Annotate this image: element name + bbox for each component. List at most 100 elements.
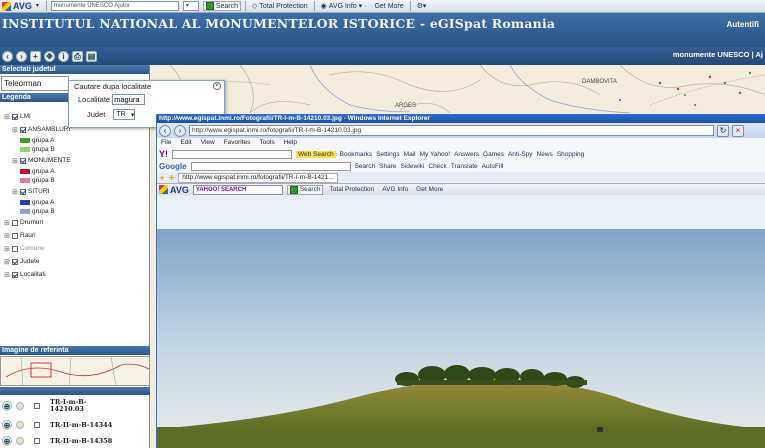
expand-icon[interactable]: ⊞ (12, 157, 18, 165)
expand-icon[interactable]: ⊞ (12, 188, 18, 196)
google-check-button[interactable]: Check (428, 163, 446, 170)
county-select[interactable]: Teleorman (1, 76, 69, 91)
legend-item[interactable]: ⊞ Comune (0, 242, 150, 255)
legend-checkbox[interactable] (12, 219, 18, 226)
result-checkbox[interactable] (34, 422, 40, 428)
legend-checkbox[interactable] (12, 232, 18, 239)
expand-icon[interactable]: ⊞ (4, 245, 10, 253)
mail-button[interactable]: Mail (404, 151, 416, 158)
legend-item[interactable]: ⊞ Drumuri (0, 216, 150, 229)
shopping-button[interactable]: Shopping (557, 151, 584, 158)
result-row[interactable]: ⊕ TR-II-m-B-14358 (0, 434, 150, 448)
forward-icon[interactable]: › (16, 50, 27, 62)
locate-icon[interactable] (16, 437, 24, 445)
yahoo-search-box[interactable]: YAHOO! SEARCH (192, 184, 283, 195)
legend-checkbox[interactable] (12, 258, 18, 265)
legend-item[interactable]: ⊞ Rauri (0, 229, 150, 242)
result-row[interactable]: ⊕ TR-I-m-B-14210.03 (0, 396, 150, 416)
my-yahoo-button[interactable]: My Yahoo! (420, 151, 450, 158)
legend-checkbox[interactable] (20, 188, 26, 195)
legend-item[interactable]: grupa A (0, 136, 150, 145)
legend-item[interactable]: grupa A (0, 167, 150, 176)
address-input[interactable]: http://www.egispat.inmi.ro/fotografii/TR… (189, 125, 714, 136)
legend-item[interactable]: ⊞ Judete (0, 255, 150, 268)
menu-edit[interactable]: Edit (180, 138, 191, 148)
google-sidewiki-button[interactable]: Sidewiki (401, 163, 425, 170)
back-icon[interactable]: ‹ (2, 50, 13, 62)
reference-map[interactable] (0, 356, 150, 386)
chevron-down-icon[interactable]: ▾ (36, 2, 42, 10)
pan-icon[interactable]: ✥ (44, 50, 55, 62)
games-button[interactable]: Games (483, 151, 504, 158)
bookmarks-button[interactable]: Bookmarks (340, 151, 373, 158)
menu-file[interactable]: File (161, 138, 171, 148)
answers-button[interactable]: Answers (454, 151, 479, 158)
zoom-to-icon[interactable]: ⊕ (2, 436, 12, 446)
print-icon[interactable]: ⎙ (72, 50, 83, 62)
ie-avg-search-button[interactable]: Search (286, 184, 324, 195)
breadcrumb[interactable]: monumente UNESCO | Aj (673, 50, 763, 59)
legend-checkbox[interactable] (12, 113, 18, 120)
google-translate-button[interactable]: Translate (451, 163, 478, 170)
wrench-icon[interactable]: ⚙▾ (415, 1, 429, 11)
menu-help[interactable]: Help (284, 138, 297, 148)
result-checkbox[interactable] (34, 403, 40, 409)
county-dropdown[interactable]: TR ▾ (113, 109, 136, 120)
anti-spy-button[interactable]: Anti-Spy (508, 151, 533, 158)
avg-logo[interactable]: AVG (159, 185, 189, 195)
expand-icon[interactable]: ⊞ (4, 113, 10, 121)
ie-tab[interactable]: http://www.egispat.inmi.ro/fotografii/TR… (178, 172, 338, 183)
google-search-button[interactable]: Search (355, 163, 376, 170)
refresh-icon[interactable]: ↻ (717, 124, 729, 137)
back-icon[interactable]: ‹ (159, 124, 171, 137)
zoom-to-icon[interactable]: ⊕ (2, 401, 12, 411)
legend-checkbox[interactable] (12, 271, 18, 278)
locate-icon[interactable] (16, 421, 24, 429)
google-share-button[interactable]: Share (379, 163, 396, 170)
ie-avg-info-button[interactable]: AVG Info (380, 185, 410, 195)
zoom-to-icon[interactable]: ⊕ (2, 420, 12, 430)
news-button[interactable]: News (537, 151, 553, 158)
avg-search-input[interactable]: monumente UNESCO Ajutor (50, 1, 179, 11)
expand-icon[interactable]: ⊞ (4, 232, 10, 240)
login-link[interactable]: Autentifi (727, 20, 759, 29)
legend-item[interactable]: ⊞ MONUMENTE (0, 154, 150, 167)
google-search-input[interactable] (190, 161, 351, 171)
ie-total-protection-button[interactable]: Total Protection (327, 185, 376, 195)
add-favorite-icon[interactable]: ✚ (169, 174, 174, 182)
forward-icon[interactable]: › (174, 124, 186, 137)
close-icon[interactable]: × (213, 82, 221, 90)
result-row[interactable]: ⊕ TR-II-m-B-14344 (0, 416, 150, 434)
ie-get-more-button[interactable]: Get More (414, 185, 445, 195)
legend-checkbox[interactable] (12, 245, 18, 252)
legend-checkbox[interactable] (20, 126, 26, 133)
expand-icon[interactable]: ⊞ (4, 219, 10, 227)
web-search-button[interactable]: Web Search (296, 150, 336, 158)
avg-logo[interactable]: AVG (2, 1, 32, 11)
avg-info-button[interactable]: ◉ AVG Info ▾ · (319, 1, 369, 11)
legend-item[interactable]: ⊞ SITURI (0, 185, 150, 198)
menu-view[interactable]: View (201, 138, 215, 148)
result-checkbox[interactable] (34, 438, 40, 444)
google-autofill-button[interactable]: AutoFill (482, 163, 504, 170)
locate-icon[interactable] (16, 402, 24, 410)
google-logo-icon[interactable]: Google (159, 162, 187, 171)
legend-item[interactable]: ⊞ Localitati (0, 268, 150, 281)
legend-checkbox[interactable] (20, 157, 26, 164)
locality-input[interactable] (112, 94, 146, 105)
star-icon[interactable]: ★ (159, 174, 165, 182)
search-engine-dropdown[interactable]: ▾ (182, 1, 199, 11)
expand-icon[interactable]: ⊞ (4, 271, 10, 279)
legend-item[interactable]: grupa A (0, 198, 150, 207)
table-icon[interactable]: ▤ (86, 50, 97, 62)
legend-item[interactable]: grupa B (0, 207, 150, 216)
stop-icon[interactable]: × (732, 124, 744, 137)
settings-button[interactable]: Settings (376, 151, 400, 158)
get-more-button[interactable]: Get More (372, 1, 405, 11)
avg-search-button[interactable]: Search (202, 1, 242, 11)
expand-icon[interactable]: ⊞ (4, 258, 10, 266)
yahoo-search-input[interactable] (172, 149, 292, 159)
info-icon[interactable]: i (58, 50, 69, 62)
zoom-in-icon[interactable]: + (30, 50, 41, 62)
expand-icon[interactable]: ⊞ (12, 126, 18, 134)
